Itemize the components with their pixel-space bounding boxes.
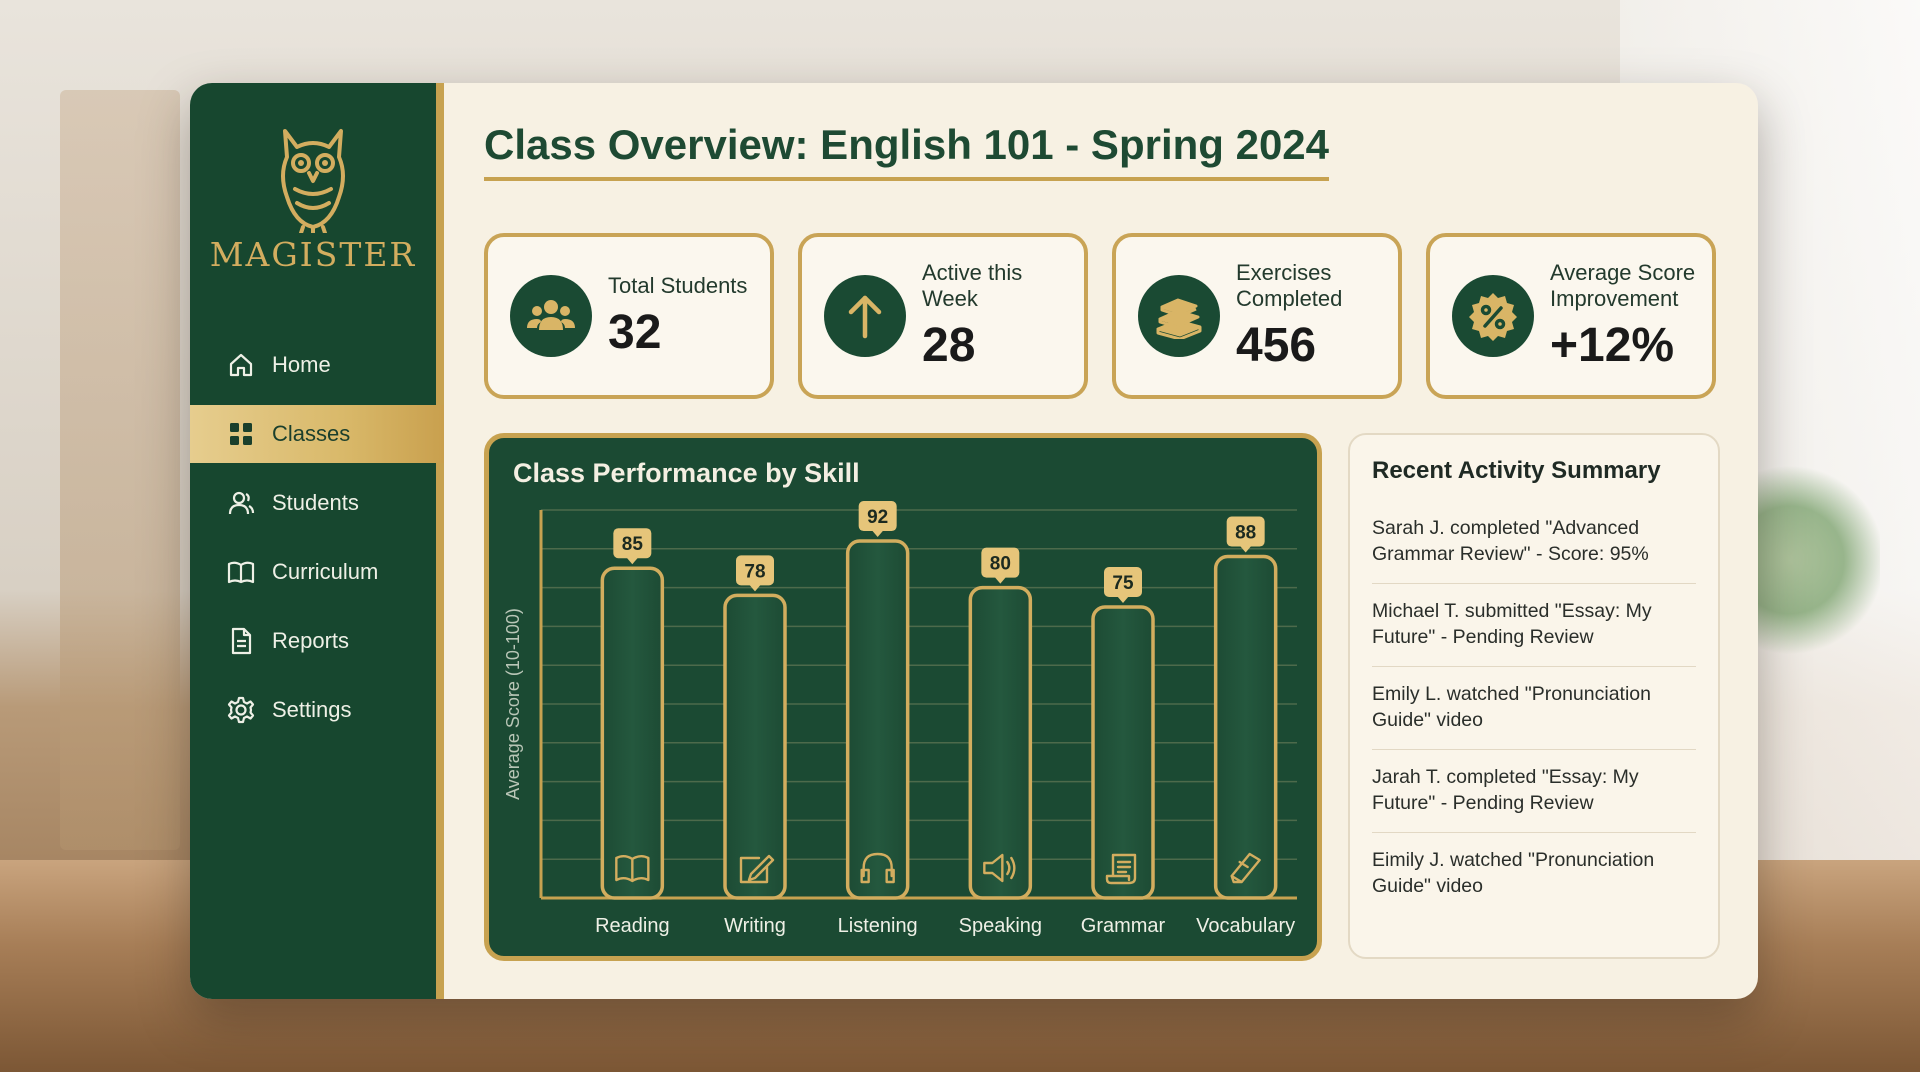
- activity-item[interactable]: Sarah J. completed "Advanced Grammar Rev…: [1372, 501, 1696, 584]
- sidebar-item-label: Settings: [272, 697, 352, 722]
- background-shelf: [60, 90, 180, 850]
- stat-label: Total Students: [608, 272, 748, 298]
- sidebar-nav: Home Classes Students Curriculum Reports…: [190, 336, 444, 739]
- bar-listening: [845, 539, 910, 900]
- x-tick-label: Grammar: [1081, 915, 1166, 937]
- bar-reading: [600, 566, 665, 900]
- x-tick-label: Vocabulary: [1196, 915, 1295, 937]
- bar-chart: Average Score (10-100) 85 Reading 78 Writing…: [503, 501, 1297, 937]
- sidebar-item-settings[interactable]: Settings: [190, 681, 436, 739]
- brand-logo: MAGISTER: [190, 123, 436, 274]
- lower-section: Average Score (10-100) 85 Reading 78 Writing…: [484, 433, 1722, 961]
- activity-item[interactable]: Jarah T. completed "Essay: My Future" - …: [1372, 750, 1696, 833]
- gear-icon: [226, 695, 256, 725]
- people-icon: [510, 275, 592, 357]
- sidebar: MAGISTER Home Classes Students Curriculu…: [190, 83, 444, 999]
- stat-value: 456: [1236, 318, 1317, 372]
- arrow-up-icon: [824, 275, 906, 357]
- stat-card-average-score[interactable]: Average Score Improvement +12%: [1426, 233, 1716, 399]
- stat-label: Active this Week: [922, 259, 1023, 311]
- stat-value: 32: [608, 305, 662, 359]
- x-tick-label: Reading: [595, 915, 670, 937]
- sidebar-item-label: Curriculum: [272, 559, 379, 584]
- grid-icon: [226, 419, 256, 449]
- data-label: 92: [867, 507, 888, 528]
- percent-badge-icon: [1452, 275, 1534, 357]
- sidebar-item-label: Home: [272, 352, 331, 377]
- stat-value: +12%: [1550, 318, 1675, 372]
- sidebar-item-curriculum[interactable]: Curriculum: [190, 543, 436, 601]
- y-axis-label: Average Score (10-100): [503, 608, 523, 800]
- chart-title: Class Performance by Skill: [513, 458, 860, 488]
- activity-item[interactable]: Emily L. watched "Pronunciation Guide" v…: [1372, 667, 1696, 750]
- sidebar-item-label: Reports: [272, 628, 350, 653]
- data-label-pointer: [871, 530, 884, 538]
- main-content: Class Overview: English 101 - Spring 202…: [444, 83, 1758, 999]
- sidebar-item-classes[interactable]: Classes: [190, 405, 444, 463]
- sidebar-item-label: Students: [272, 490, 359, 515]
- bar-vocabulary: [1213, 554, 1278, 900]
- bar-writing: [723, 593, 787, 900]
- sidebar-item-home[interactable]: Home: [190, 336, 436, 394]
- owl-icon: [281, 129, 345, 233]
- activity-item[interactable]: Eimily J. watched "Pronunciation Guide" …: [1372, 833, 1696, 915]
- x-tick-label: Listening: [838, 915, 918, 937]
- stat-value: 28: [922, 318, 976, 372]
- data-label: 85: [622, 534, 644, 555]
- stat-label: Exercises Completed: [1236, 259, 1343, 311]
- document-icon: [226, 626, 256, 656]
- stat-card-exercises-completed[interactable]: Exercises Completed 456: [1112, 233, 1402, 399]
- data-label-pointer: [1117, 596, 1129, 603]
- activity-item[interactable]: Michael T. submitted "Essay: My Future" …: [1372, 584, 1696, 667]
- bar-speaking: [968, 585, 1033, 900]
- data-label: 88: [1235, 523, 1256, 544]
- data-label: 80: [990, 554, 1011, 575]
- stat-card-total-students[interactable]: Total Students 32: [484, 233, 774, 399]
- brand-name: MAGISTER: [209, 235, 417, 274]
- home-icon: [226, 350, 256, 380]
- sidebar-item-label: Classes: [272, 421, 351, 446]
- chart-card: Average Score (10-100) 85 Reading 78 Writing…: [484, 433, 1322, 961]
- x-tick-label: Writing: [724, 915, 786, 937]
- page-title: Class Overview: English 101 - Spring 202…: [484, 121, 1330, 181]
- data-label: 75: [1112, 573, 1134, 594]
- data-label: 78: [744, 561, 765, 582]
- x-tick-label: Speaking: [959, 915, 1042, 937]
- dashboard-window: MAGISTER Home Classes Students Curriculu…: [190, 83, 1758, 999]
- stats-row: Total Students 32 Active this Week 28 Ex…: [484, 233, 1722, 399]
- sidebar-item-reports[interactable]: Reports: [190, 612, 436, 670]
- stat-card-active-week[interactable]: Active this Week 28: [798, 233, 1088, 399]
- stat-label: Average Score Improvement: [1550, 259, 1696, 311]
- sidebar-item-students[interactable]: Students: [190, 474, 436, 532]
- activity-title: Recent Activity Summary: [1372, 457, 1661, 484]
- book-icon: [226, 557, 256, 587]
- data-label-pointer: [626, 557, 639, 565]
- books-stack-icon: [1138, 275, 1220, 357]
- user-icon: [226, 488, 256, 518]
- activity-panel: Recent Activity Summary Sarah J. complet…: [1348, 433, 1720, 959]
- data-label-pointer: [994, 576, 1007, 584]
